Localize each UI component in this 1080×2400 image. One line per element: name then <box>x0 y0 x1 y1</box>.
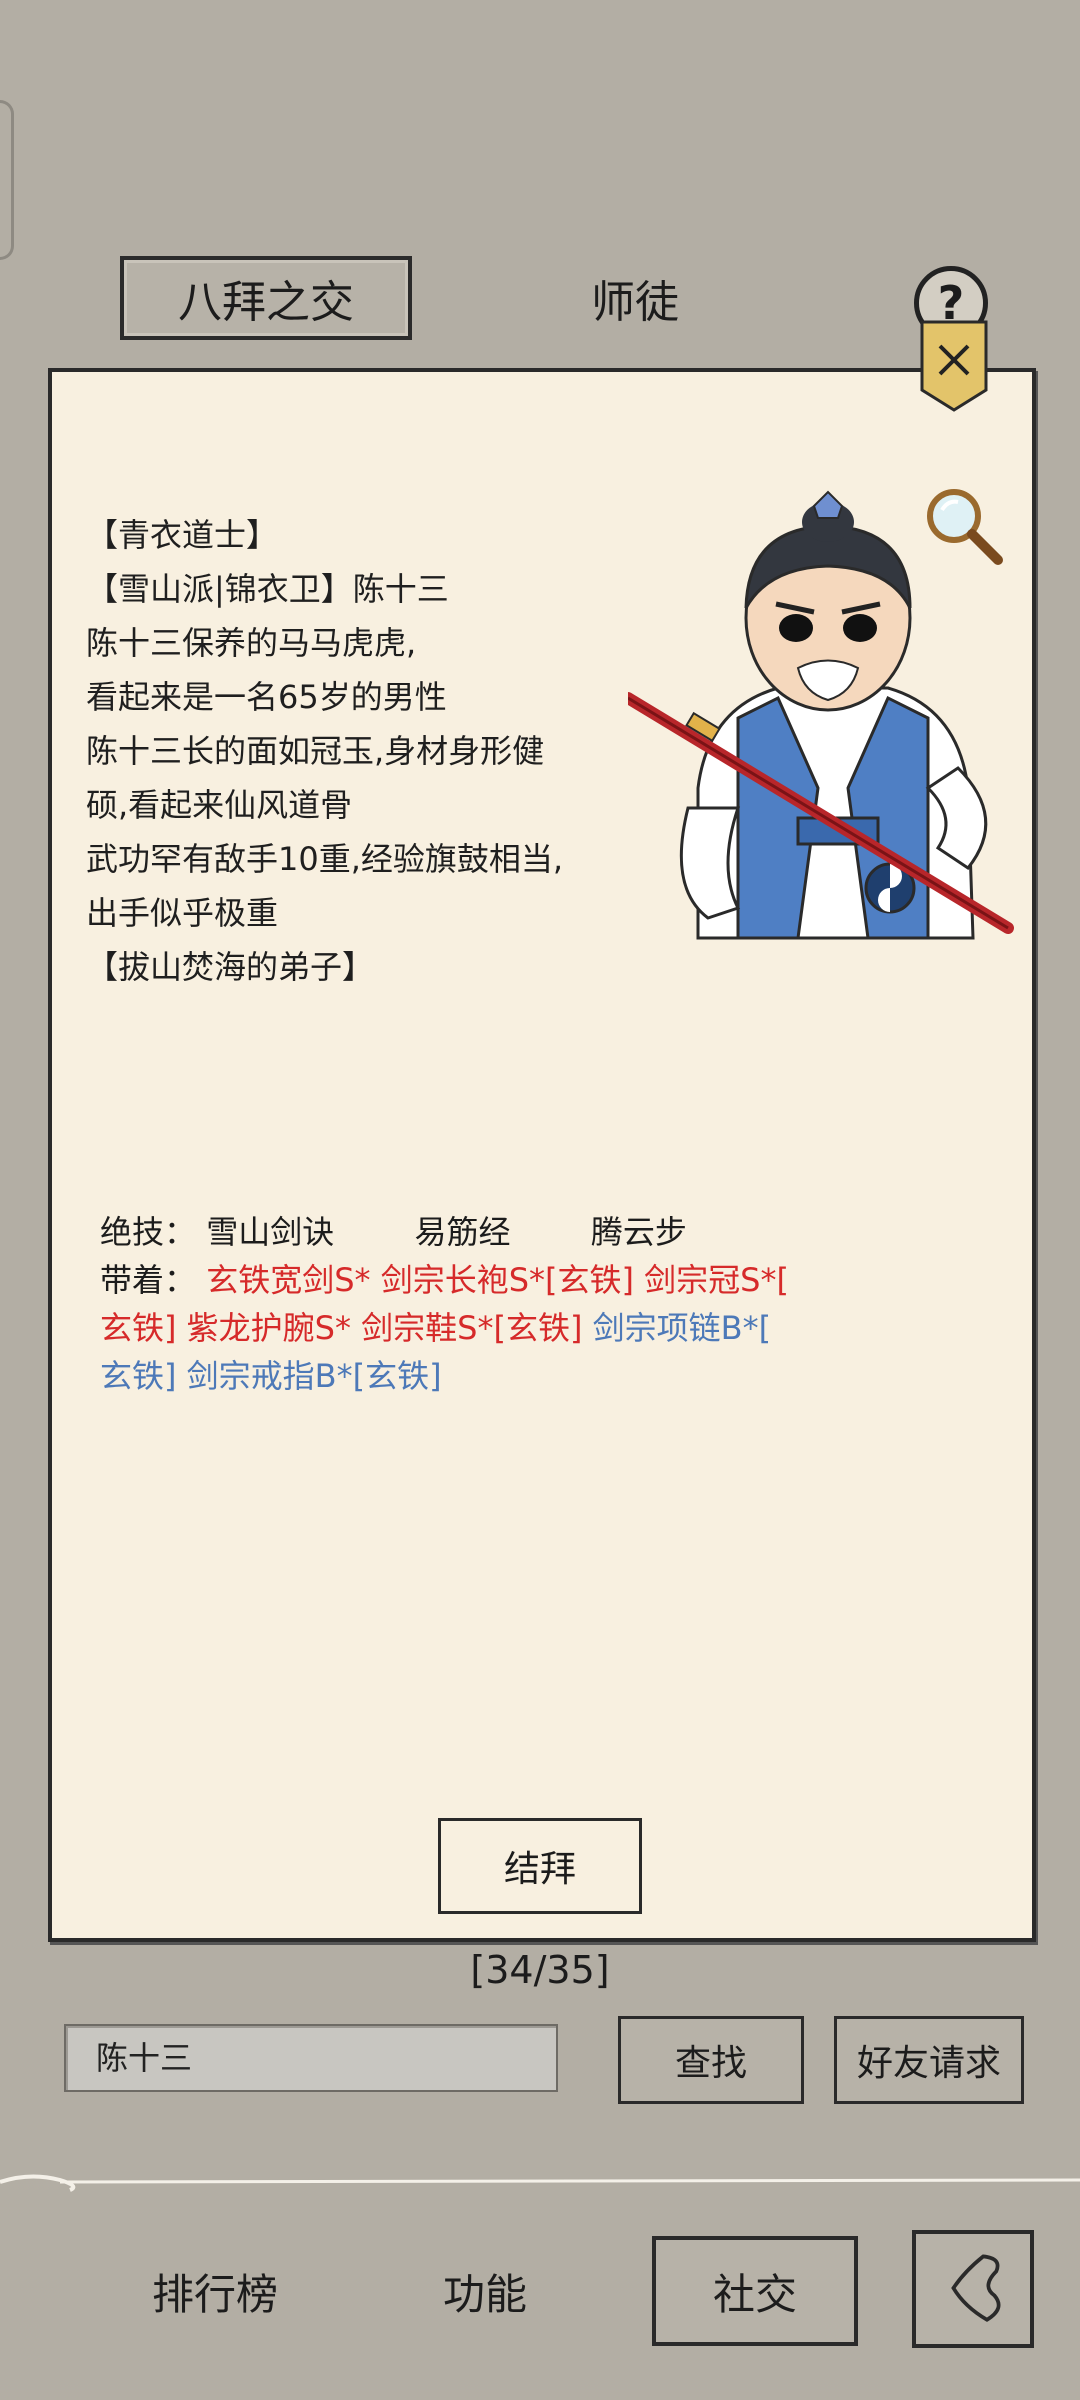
nav-social[interactable]: 社交 <box>652 2236 858 2346</box>
tab-sworn-brothers[interactable]: 八拜之交 <box>120 256 412 340</box>
equipment-label: 带着： <box>100 1261 197 1299</box>
divider <box>0 2168 1080 2198</box>
profile-line: 武功罕有敌手10重,经验旗鼓相当, <box>86 840 564 878</box>
skills-label: 绝技： <box>100 1213 197 1251</box>
equipment-row: 带着： 玄铁宽剑S* 剑宗长袍S*[玄铁] 剑宗冠S*[ <box>100 1256 980 1304</box>
equipment-item[interactable]: 玄铁] <box>100 1309 177 1347</box>
skill-item: 易筋经 <box>414 1213 511 1251</box>
character-avatar <box>622 488 1018 948</box>
equipment-item[interactable]: 剑宗戒指B*[玄铁] <box>187 1357 442 1395</box>
edge-decoration <box>0 100 14 260</box>
equipment-item[interactable]: 剑宗项链B*[ <box>593 1309 771 1347</box>
profile-sect: 【雪山派|锦衣卫】陈十三 <box>86 570 449 608</box>
profile-line: 陈十三保养的马马虎虎, <box>86 624 417 662</box>
equipment-item[interactable]: 紫龙护腕S* <box>187 1309 351 1347</box>
character-description: 【青衣道士】 【雪山派|锦衣卫】陈十三 陈十三保养的马马虎虎, 看起来是一名65… <box>86 508 646 994</box>
equipment-item[interactable]: 玄铁] <box>100 1357 177 1395</box>
equipment-row: 玄铁] 紫龙护腕S* 剑宗鞋S*[玄铁] 剑宗项链B*[ <box>100 1304 980 1352</box>
equipment-row: 玄铁] 剑宗戒指B*[玄铁] <box>100 1352 980 1400</box>
profile-line: 看起来是一名65岁的男性 <box>86 678 447 716</box>
profile-master: 【拔山焚海的弟子】 <box>86 948 375 986</box>
tab-master-disciple[interactable]: 师徒 <box>540 256 730 340</box>
search-input[interactable]: 陈十三 <box>64 2024 558 2092</box>
profile-line: 出手似乎极重 <box>86 894 279 932</box>
friend-request-button[interactable]: 好友请求 <box>834 2016 1024 2104</box>
back-icon[interactable] <box>912 2230 1034 2348</box>
equipment-item[interactable]: 剑宗长袍S*[玄铁] <box>381 1261 634 1299</box>
profile-line: 硕,看起来仙风道骨 <box>86 786 353 824</box>
equipment-item[interactable]: 剑宗鞋S*[玄铁] <box>361 1309 582 1347</box>
skills-equipment: 绝技： 雪山剑诀 易筋经 腾云步 带着： 玄铁宽剑S* 剑宗长袍S*[玄铁] 剑… <box>100 1208 980 1400</box>
close-icon[interactable] <box>918 320 990 412</box>
profile-title: 【青衣道士】 <box>86 516 279 554</box>
page-counter: [34/35] <box>470 1948 610 1992</box>
profile-line: 陈十三长的面如冠玉,身材身形健 <box>86 732 545 770</box>
equipment-item[interactable]: 剑宗冠S*[ <box>644 1261 789 1299</box>
equipment-item[interactable]: 玄铁宽剑S* <box>206 1261 370 1299</box>
skills-row: 绝技： 雪山剑诀 易筋经 腾云步 <box>100 1208 980 1256</box>
nav-function[interactable]: 功能 <box>400 2236 570 2346</box>
find-button[interactable]: 查找 <box>618 2016 804 2104</box>
nav-ranking[interactable]: 排行榜 <box>120 2236 310 2346</box>
skill-item: 腾云步 <box>590 1213 687 1251</box>
skill-item: 雪山剑诀 <box>206 1213 335 1251</box>
sworn-bind-button[interactable]: 结拜 <box>438 1818 642 1914</box>
